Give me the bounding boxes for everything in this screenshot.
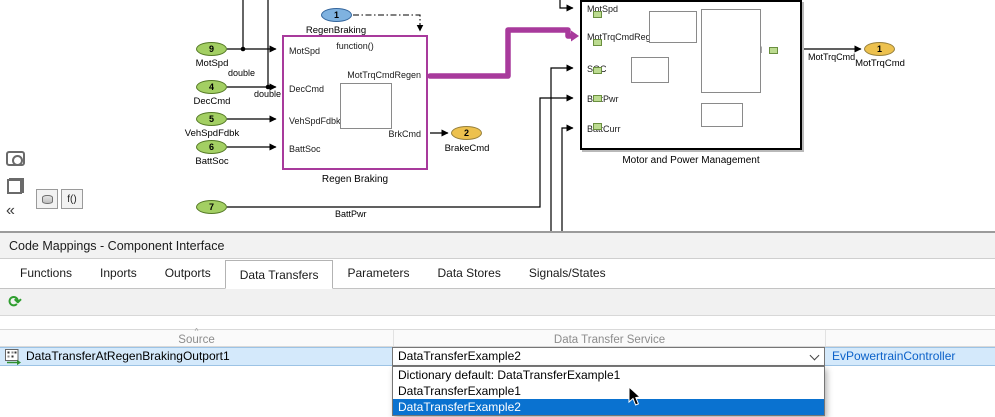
dropdown-option-example2[interactable]: DataTransferExample2 [393, 399, 824, 415]
tab-parameters[interactable]: Parameters [333, 259, 423, 288]
function-badge-button[interactable]: f() [61, 189, 83, 209]
motor-block-title: Motor and Power Management [580, 155, 802, 166]
outport-1[interactable]: 1 [864, 42, 895, 56]
wire-label-mottrqcmd: MotTrqCmd [808, 52, 855, 62]
inner-block [649, 11, 697, 43]
service-dropdown-list: Dictionary default: DataTransferExample1… [392, 366, 825, 416]
wire-label-double-2: double [254, 89, 281, 99]
dropdown-option-example1[interactable]: DataTransferExample1 [393, 383, 824, 399]
inport-7[interactable]: 7 [196, 200, 227, 214]
regen-port-motspd: MotSpd [289, 46, 320, 56]
inner-tag-icon [593, 39, 602, 46]
motor-port-battpwr: BattPwr [587, 94, 619, 104]
inner-tag-icon [593, 11, 602, 18]
wire-label-double-1: double [228, 68, 255, 78]
outport-2-label: BrakeCmd [422, 143, 512, 154]
motor-power-mgmt-subsystem[interactable]: MotSpd MotTrqCmdRegen SOC BattPwr BattCu… [580, 0, 802, 150]
inner-tag-icon [593, 67, 602, 74]
inport-6-label: BattSoc [167, 156, 257, 167]
inport-4-label: DecCmd [167, 96, 257, 107]
code-mappings-tabs: Functions Inports Outports Data Transfer… [0, 259, 995, 289]
tab-signals-states[interactable]: Signals/States [515, 259, 620, 288]
camera-icon[interactable] [6, 151, 25, 166]
layers-icon[interactable] [7, 178, 24, 194]
regen-braking-subsystem[interactable]: function() MotSpd DecCmd VehSpdFdbk Batt… [282, 35, 428, 170]
inport-4[interactable]: 4 [196, 80, 227, 94]
diagram-canvas[interactable]: « f() 9 MotSpd 4 DecCmd 5 VehSpdFdbk 6 B… [0, 0, 995, 233]
inner-block [701, 103, 743, 127]
regen-port-battsoc: BattSoc [289, 144, 321, 154]
regen-port-vehspdfdbk: VehSpdFdbk [289, 116, 341, 126]
inport-6[interactable]: 6 [196, 140, 227, 154]
tab-data-transfers[interactable]: Data Transfers [225, 260, 334, 289]
data-transfer-service-combobox[interactable]: DataTransferExample2 [392, 347, 825, 366]
inner-block [701, 9, 761, 93]
inner-block [631, 57, 669, 83]
simulink-window: « f() 9 MotSpd 4 DecCmd 5 VehSpdFdbk 6 B… [0, 0, 995, 417]
regen-port-deccmd: DecCmd [289, 84, 324, 94]
table-header: ^ Source Data Transfer Service [0, 329, 995, 347]
inner-tag-icon [593, 123, 602, 130]
motor-port-motspd: MotSpd [587, 4, 618, 14]
data-transfer-icon [5, 349, 22, 365]
combobox-value: DataTransferExample2 [398, 349, 521, 363]
inport-5[interactable]: 5 [196, 112, 227, 126]
refresh-icon[interactable]: ⟳ [4, 291, 26, 313]
mouse-cursor [628, 386, 642, 407]
wire-label-battpwr: BattPwr [335, 209, 367, 219]
tab-inports[interactable]: Inports [86, 259, 151, 288]
outport-2[interactable]: 2 [451, 126, 482, 140]
regen-port-brkcmd: BrkCmd [388, 129, 421, 139]
table-row[interactable]: DataTransferAtRegenBrakingOutport1 DataT… [0, 347, 995, 366]
column-divider [825, 330, 826, 346]
inport-9[interactable]: 9 [196, 42, 227, 56]
chevron-down-icon [810, 351, 820, 361]
trigger-port-1[interactable]: 1 [321, 8, 352, 22]
collapse-sidebar-chevron-icon[interactable]: « [6, 202, 15, 220]
highlighted-signal [430, 30, 571, 76]
row-component-link[interactable]: EvPowertrainController [832, 349, 955, 363]
tab-functions[interactable]: Functions [6, 259, 86, 288]
tab-data-stores[interactable]: Data Stores [423, 259, 514, 288]
dropdown-option-dictionary-default[interactable]: Dictionary default: DataTransferExample1 [393, 367, 824, 383]
database-icon [42, 195, 53, 204]
panel-toolbar: ⟳ [0, 289, 995, 316]
regen-block-title: Regen Braking [282, 174, 428, 185]
panel-title: Code Mappings - Component Interface [0, 233, 995, 259]
tab-outports[interactable]: Outports [151, 259, 225, 288]
row-source-label: DataTransferAtRegenBrakingOutport1 [26, 349, 230, 363]
column-header-source[interactable]: ^ Source [0, 330, 393, 346]
inner-tag-icon [769, 47, 778, 54]
inport-5-label: VehSpdFdbk [167, 128, 257, 139]
subsystem-icon [340, 83, 392, 129]
data-dictionary-button[interactable] [36, 189, 58, 209]
column-header-service[interactable]: Data Transfer Service [393, 330, 825, 346]
inner-tag-icon [593, 95, 602, 102]
signal-wires [0, 0, 995, 233]
regen-port-mottrqcmdregen: MotTrqCmdRegen [347, 70, 421, 80]
